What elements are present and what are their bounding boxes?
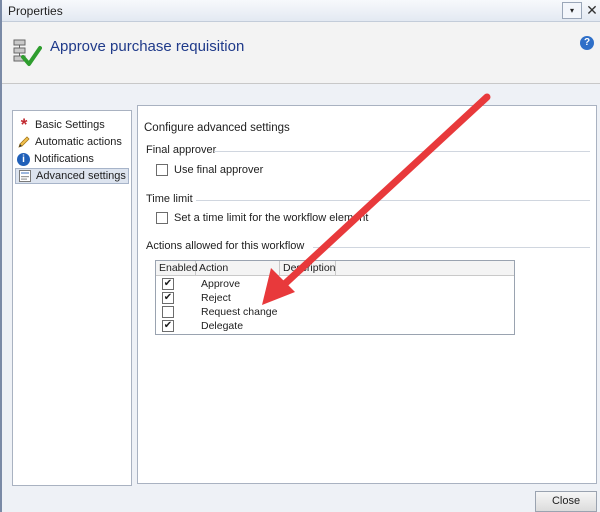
sidebar-item-label: Notifications (34, 153, 94, 165)
use-final-approver-checkbox[interactable] (156, 164, 168, 176)
action-name: Approve (201, 278, 241, 290)
advanced-settings-panel: Configure advanced settings Final approv… (137, 105, 597, 484)
divider (313, 247, 590, 248)
sidebar-item-label: Automatic actions (35, 136, 122, 148)
dropdown-arrow-icon[interactable]: ▾ (562, 2, 582, 19)
column-header-action[interactable]: Action (196, 261, 280, 276)
enabled-checkbox[interactable]: ✔ (162, 292, 174, 304)
actions-group-label: Actions allowed for this workflow (146, 240, 305, 252)
table-row[interactable]: ✔ Approve (156, 277, 514, 291)
actions-table: Enabled Action Description ✔ Approve ✔ R… (155, 260, 515, 335)
table-header: Enabled Action Description (156, 261, 514, 276)
action-name: Reject (201, 292, 231, 304)
sidebar-item-basic-settings[interactable]: * Basic Settings (15, 115, 129, 134)
final-approver-label: Final approver (146, 144, 217, 156)
close-button[interactable]: Close (535, 491, 597, 512)
close-icon[interactable]: ✕ (584, 1, 600, 20)
sidebar-item-label: Advanced settings (36, 170, 126, 182)
sidebar-item-automatic-actions[interactable]: Automatic actions (15, 134, 129, 150)
panel-title: Configure advanced settings (144, 122, 290, 134)
table-row[interactable]: ✔ Delegate (156, 319, 514, 333)
help-icon[interactable]: ? (580, 36, 594, 50)
asterisk-icon: * (20, 115, 28, 134)
action-name: Request change (201, 306, 278, 318)
use-final-approver-option[interactable]: Use final approver (156, 164, 263, 176)
time-limit-label: Time limit (146, 193, 193, 205)
sidebar-item-advanced-settings[interactable]: Advanced settings (15, 168, 129, 184)
use-final-approver-label: Use final approver (174, 164, 264, 176)
pencil-icon (18, 136, 30, 148)
time-limit-checkbox-label: Set a time limit for the workflow elemen… (174, 212, 369, 224)
settings-icon (19, 170, 31, 182)
workflow-approve-icon (13, 39, 42, 66)
window-title: Properties (8, 4, 63, 18)
dialog-body: * Basic Settings Automatic actions i Not… (2, 84, 600, 512)
info-icon: i (17, 152, 30, 166)
column-header-description[interactable]: Description (280, 261, 336, 276)
page-title: Approve purchase requisition (50, 38, 245, 55)
sidebar-item-notifications[interactable]: i Notifications (15, 151, 129, 167)
divider (196, 200, 590, 201)
enabled-checkbox[interactable]: ✔ (162, 320, 174, 332)
table-row[interactable]: ✔ Reject (156, 291, 514, 305)
sidebar-item-label: Basic Settings (35, 119, 105, 131)
dialog-header: Approve purchase requisition ? (2, 22, 600, 84)
action-name: Delegate (201, 320, 244, 332)
table-row[interactable]: Request change (156, 305, 514, 319)
time-limit-option[interactable]: Set a time limit for the workflow elemen… (156, 212, 368, 224)
time-limit-checkbox[interactable] (156, 212, 168, 224)
title-bar: Properties ▾ ✕ (2, 0, 600, 22)
settings-sidebar: * Basic Settings Automatic actions i Not… (12, 110, 132, 486)
enabled-checkbox[interactable] (162, 306, 174, 318)
column-header-enabled[interactable]: Enabled (156, 261, 198, 276)
divider (214, 151, 590, 152)
enabled-checkbox[interactable]: ✔ (162, 278, 174, 290)
